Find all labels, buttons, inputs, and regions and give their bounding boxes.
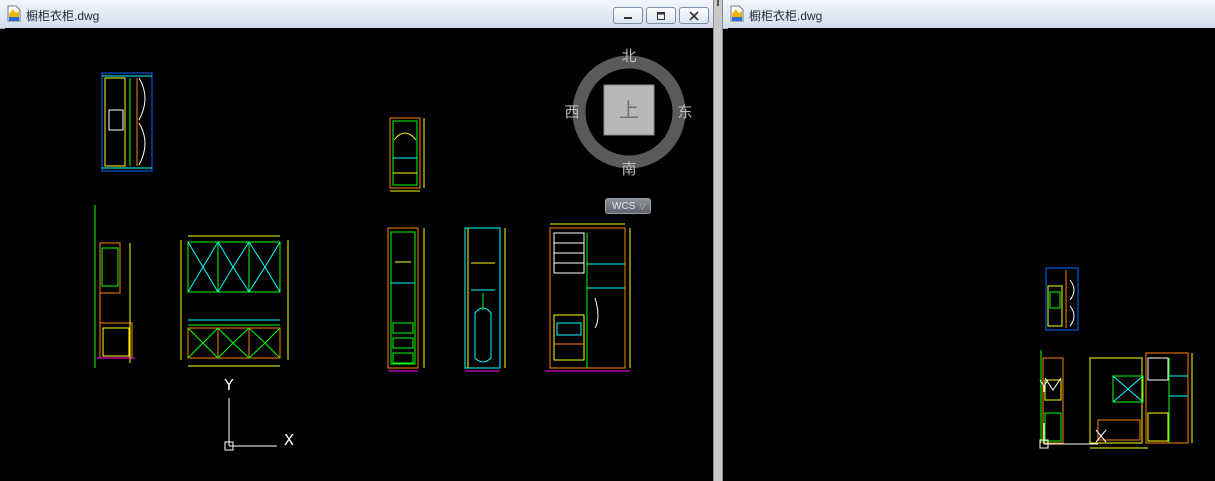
viewcube-west[interactable]: 西 [564,103,579,121]
tall-cabinet-section-1 [387,227,425,372]
kitchen-cabinet-elevation [180,235,289,367]
drawing-window-left[interactable]: 橱柜衣柜.dwg Y X 上 北 南 东 西 WCS ▽ [0,0,713,481]
ucs-x-label: X [284,431,294,449]
window-splitter[interactable] [713,0,723,481]
cabinet-side-section [94,205,135,368]
dwg-file-icon [7,5,21,22]
dwg-file-icon [730,5,744,22]
cad-model-space-right [1039,267,1193,449]
title-bar-right[interactable]: 橱柜衣柜.dwg [723,0,1215,29]
restore-button[interactable] [646,7,676,24]
title-bar[interactable]: 橱柜衣柜.dwg [0,0,713,29]
ucs-y-label: Y [223,376,234,394]
close-button[interactable] [679,7,709,24]
close-icon [689,10,699,21]
minimize-button[interactable] [613,7,643,24]
cabinet-plan-view-small [1045,267,1079,331]
viewcube-south[interactable]: 南 [621,160,636,178]
ucs-axis-icon [224,398,277,451]
restore-icon [657,11,665,20]
wardrobe-elevation-small [1145,352,1193,444]
drawing-canvas-right[interactable] [728,28,1215,481]
wardrobe-elevation [545,223,631,372]
minimize-icon [624,16,632,19]
window-title-right: 橱柜衣柜.dwg [749,9,823,23]
ucs-axis-icon-small [1039,379,1107,449]
drawing-window-right[interactable]: 橱柜衣柜.dwg [723,0,1215,481]
viewcube-face-top[interactable]: 上 [619,98,639,122]
tall-cabinet-section-2 [464,227,506,372]
wcs-label: WCS [612,200,636,212]
tall-cabinet-elevation-small [389,117,425,192]
viewcube-east[interactable]: 东 [677,103,692,121]
drawing-canvas[interactable]: Y X 上 北 南 东 西 WCS ▽ [5,28,713,481]
viewcube-north[interactable]: 北 [621,47,636,65]
kitchen-elevation-small [1089,357,1148,449]
chevron-down-icon: ▽ [639,201,646,211]
wcs-menu-button[interactable]: WCS ▽ [605,198,651,214]
window-title: 橱柜衣柜.dwg [26,9,100,23]
splitter-grip[interactable] [717,0,719,6]
cad-model-space: Y X 上 北 南 东 西 [94,47,693,451]
cabinet-plan-view [101,72,153,172]
